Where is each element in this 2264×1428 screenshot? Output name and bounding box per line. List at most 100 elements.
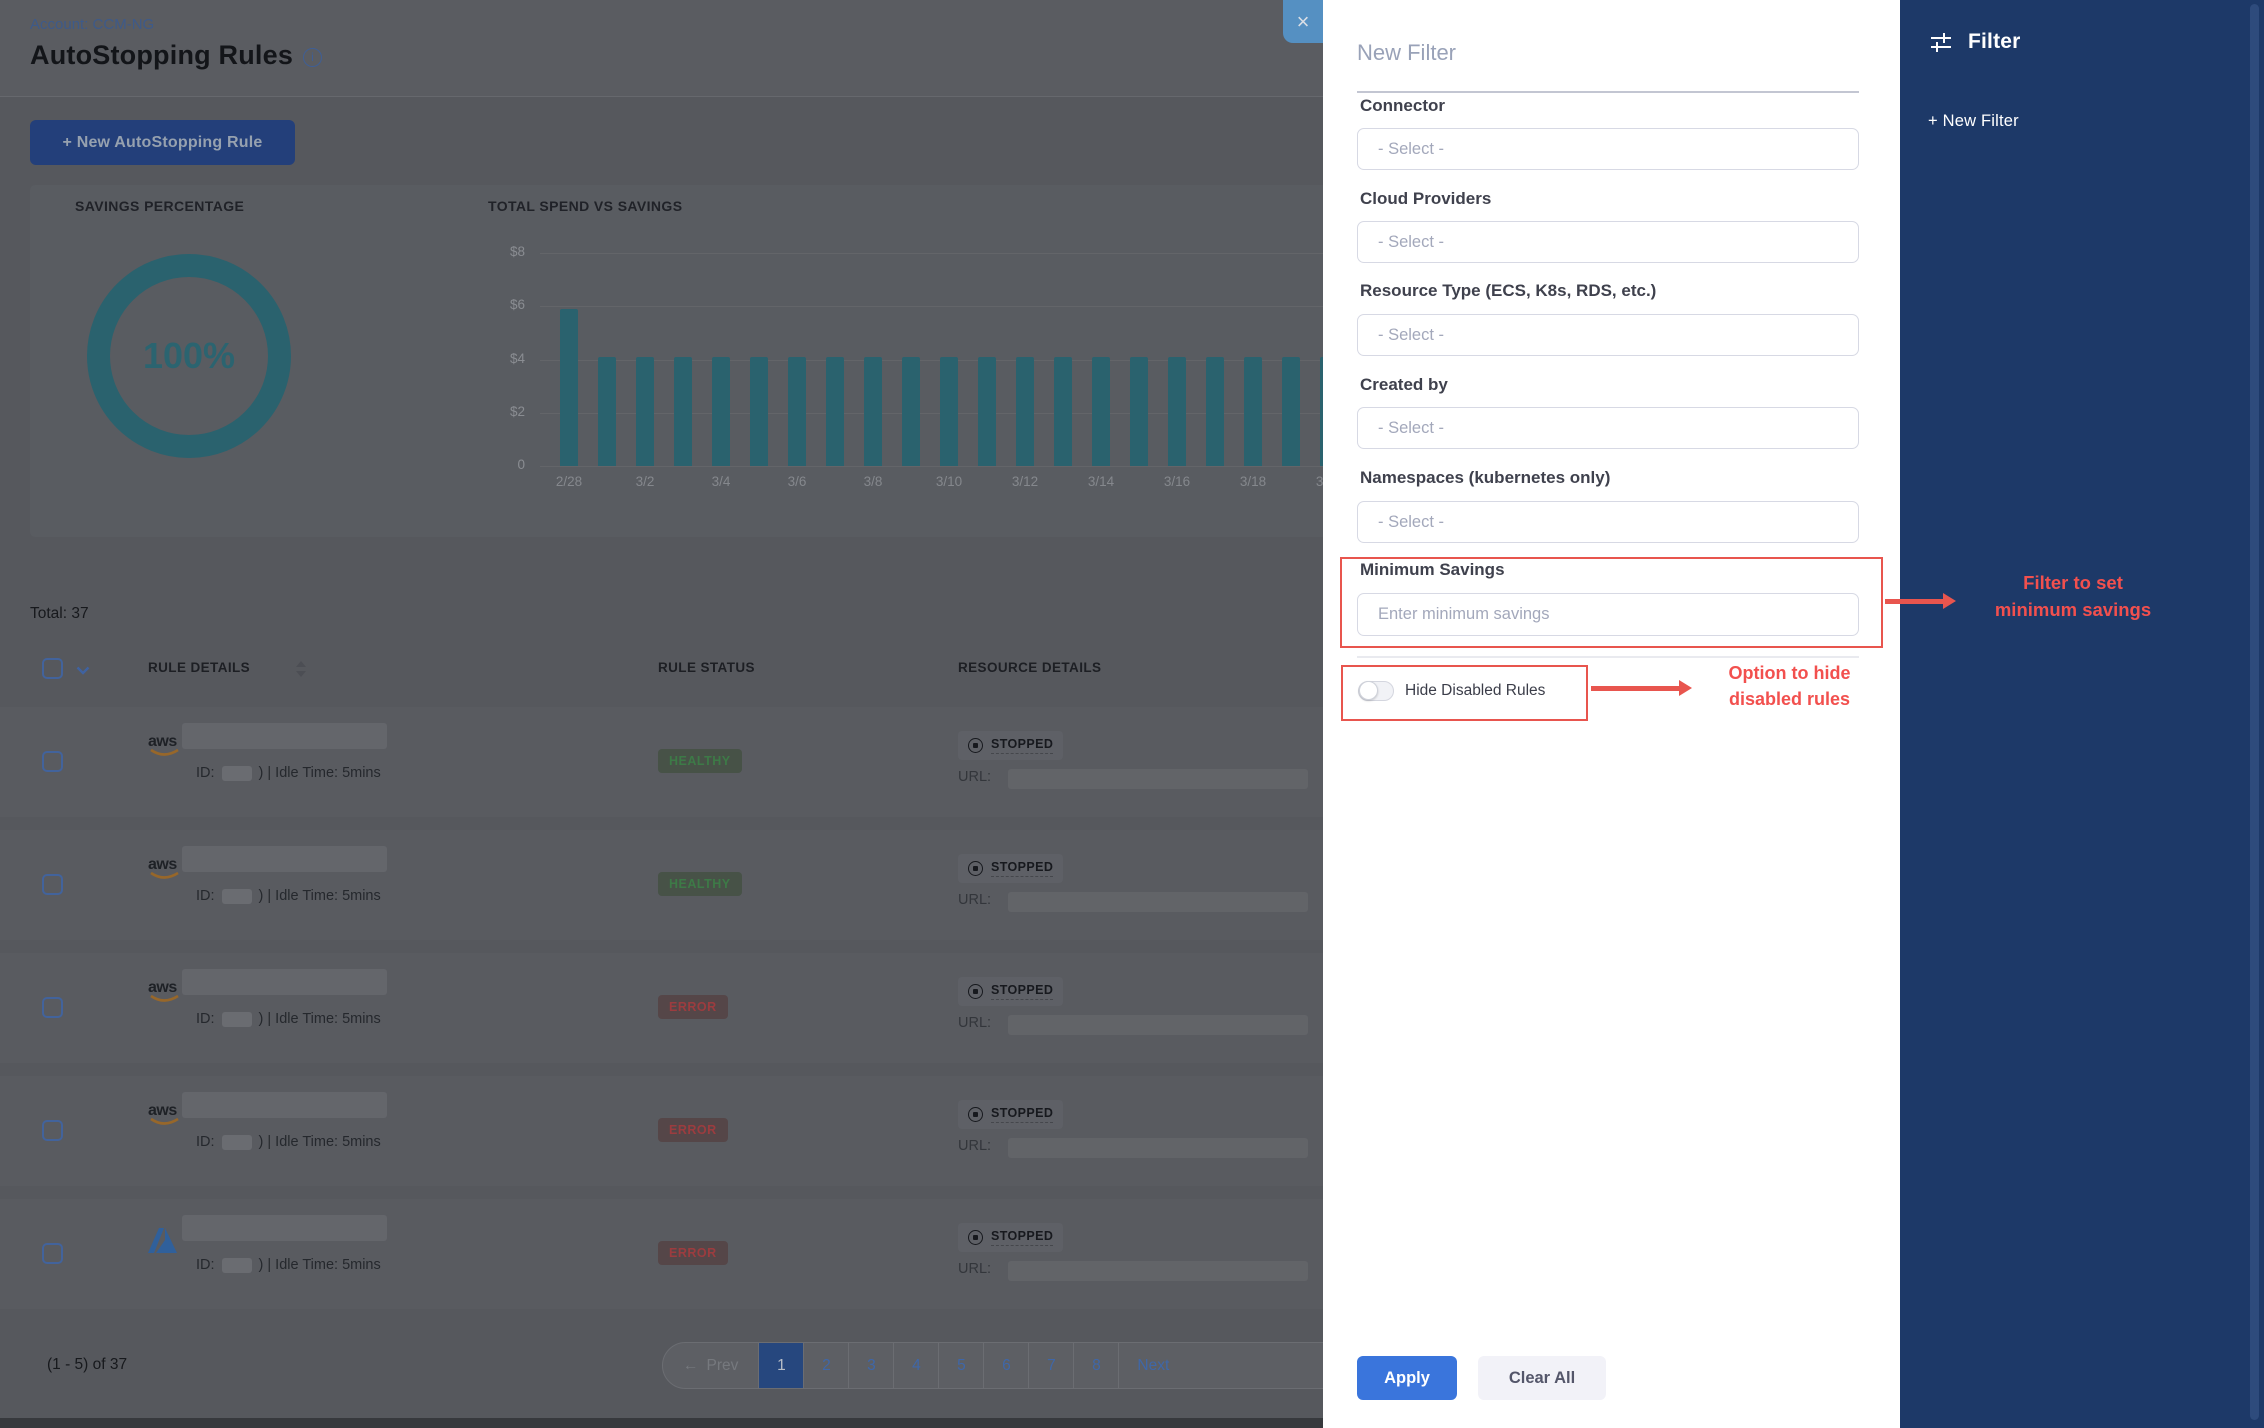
pagination-page-5[interactable]: 5 — [938, 1343, 983, 1388]
page-title: AutoStopping Rules i — [30, 40, 322, 71]
pagination-next[interactable]: Next — [1118, 1343, 1187, 1388]
resource-state-badge[interactable]: STOPPED — [958, 1100, 1063, 1129]
select-all-checkbox[interactable] — [42, 658, 63, 679]
close-drawer-button[interactable]: × — [1283, 0, 1323, 43]
bottom-edge — [0, 1418, 1323, 1428]
rule-id-label: ID: — [196, 888, 215, 904]
close-icon: × — [1297, 11, 1310, 33]
x-tick-label: 3/6 — [759, 474, 835, 489]
filter-sliders-icon — [1928, 30, 1954, 54]
row-checkbox[interactable] — [42, 1120, 63, 1141]
redacted-id — [222, 1258, 252, 1273]
redacted-rule-name — [182, 723, 387, 749]
bar — [750, 357, 768, 466]
bar — [1130, 357, 1148, 466]
url-line: URL: — [958, 892, 991, 908]
apply-button[interactable]: Apply — [1357, 1356, 1457, 1400]
clear-all-button[interactable]: Clear All — [1478, 1356, 1606, 1400]
chevron-down-icon[interactable] — [76, 666, 90, 675]
prev-arrow-icon: ← — [683, 1357, 699, 1375]
filter-field-select-3[interactable]: - Select - — [1357, 314, 1859, 356]
rule-status-badge: ERROR — [658, 1241, 728, 1265]
filter-panel-header: Filter — [1928, 30, 2021, 54]
filter-field-select-5[interactable]: - Select - — [1357, 501, 1859, 543]
url-line: URL: — [958, 1261, 991, 1277]
idle-time-text: ) | Idle Time: 5mins — [259, 888, 381, 904]
y-tick-label: $4 — [445, 351, 525, 366]
resource-state-text: STOPPED — [991, 1229, 1053, 1246]
row-checkbox[interactable] — [42, 1243, 63, 1264]
table-row[interactable]: awsID:) | Idle Time: 5minsERRORSTOPPEDUR… — [0, 953, 1323, 1063]
pagination-page-1[interactable]: 1 — [758, 1343, 803, 1388]
bar — [788, 357, 806, 466]
col-resource-details: RESOURCE DETAILS — [958, 660, 1101, 675]
rule-status-badge: ERROR — [658, 995, 728, 1019]
filter-field-label-5: Namespaces (kubernetes only) — [1360, 468, 1610, 488]
table-row[interactable]: ID:) | Idle Time: 5minsERRORSTOPPEDURL: — [0, 1199, 1323, 1309]
breadcrumb[interactable]: Account: CCM-NG — [30, 16, 154, 33]
stopped-icon — [968, 738, 983, 753]
bar — [978, 357, 996, 466]
x-tick-label: 3/8 — [835, 474, 911, 489]
rule-id-label: ID: — [196, 1011, 215, 1027]
new-filter-link[interactable]: + New Filter — [1928, 112, 2019, 131]
table-row[interactable]: awsID:) | Idle Time: 5minsHEALTHYSTOPPED… — [0, 830, 1323, 940]
row-checkbox[interactable] — [42, 874, 63, 895]
col-rule-status: RULE STATUS — [658, 660, 755, 675]
bar — [1244, 357, 1262, 466]
bar — [1168, 357, 1186, 466]
resource-state-badge[interactable]: STOPPED — [958, 1223, 1063, 1252]
stopped-icon — [968, 984, 983, 999]
filter-field-label-4: Created by — [1360, 375, 1448, 395]
filter-field-label-1: Connector — [1360, 96, 1445, 116]
rule-id-line: ID:) | Idle Time: 5mins — [196, 1134, 381, 1150]
total-spend-title: TOTAL SPEND VS SAVINGS — [488, 198, 682, 214]
resource-state-badge[interactable]: STOPPED — [958, 731, 1063, 760]
x-tick-label: 2/28 — [531, 474, 607, 489]
scrollbar[interactable] — [2250, 4, 2259, 1420]
pagination-page-8[interactable]: 8 — [1073, 1343, 1118, 1388]
redacted-url — [1008, 1138, 1308, 1158]
x-tick-label: 3/20 — [1291, 474, 1323, 489]
row-checkbox[interactable] — [42, 997, 63, 1018]
new-autostopping-rule-button[interactable]: + New AutoStopping Rule — [30, 120, 295, 165]
col-rule-details[interactable]: RULE DETAILS — [148, 660, 250, 675]
url-line: URL: — [958, 769, 991, 785]
pagination-page-2[interactable]: 2 — [803, 1343, 848, 1388]
filter-name-input[interactable] — [1357, 40, 1859, 66]
info-icon[interactable]: i — [303, 48, 322, 67]
bar — [636, 357, 654, 466]
total-count: Total: 37 — [30, 605, 89, 623]
pagination-page-7[interactable]: 7 — [1028, 1343, 1073, 1388]
filter-field-select-2[interactable]: - Select - — [1357, 221, 1859, 263]
pagination-prev[interactable]: ←Prev — [663, 1343, 758, 1388]
pagination-page-4[interactable]: 4 — [893, 1343, 938, 1388]
resource-state-badge[interactable]: STOPPED — [958, 854, 1063, 883]
filter-field-select-1[interactable]: - Select - — [1357, 128, 1859, 170]
row-checkbox[interactable] — [42, 751, 63, 772]
rule-status-badge: HEALTHY — [658, 749, 742, 773]
savings-donut-chart: 100% — [87, 254, 291, 458]
rule-status-badge: HEALTHY — [658, 872, 742, 896]
redacted-url — [1008, 769, 1308, 789]
bar — [826, 357, 844, 466]
sort-icon[interactable] — [296, 661, 306, 677]
redacted-rule-name — [182, 1092, 387, 1118]
filter-field-select-4[interactable]: - Select - — [1357, 407, 1859, 449]
redacted-url — [1008, 1015, 1308, 1035]
hide-rules-highlight-box — [1341, 665, 1588, 721]
pagination-page-6[interactable]: 6 — [983, 1343, 1028, 1388]
rule-id-label: ID: — [196, 1257, 215, 1273]
resource-state-badge[interactable]: STOPPED — [958, 977, 1063, 1006]
redacted-id — [222, 1012, 252, 1027]
url-label: URL: — [958, 1138, 991, 1154]
url-label: URL: — [958, 1261, 991, 1277]
pagination-range: (1 - 5) of 37 — [47, 1356, 127, 1374]
table-row[interactable]: awsID:) | Idle Time: 5minsERRORSTOPPEDUR… — [0, 1076, 1323, 1186]
table-row[interactable]: awsID:) | Idle Time: 5minsHEALTHYSTOPPED… — [0, 707, 1323, 817]
x-tick-label: 3/4 — [683, 474, 759, 489]
pagination-page-3[interactable]: 3 — [848, 1343, 893, 1388]
x-tick-label: 3/10 — [911, 474, 987, 489]
y-tick-label: $8 — [445, 244, 525, 259]
redacted-id — [222, 1135, 252, 1150]
